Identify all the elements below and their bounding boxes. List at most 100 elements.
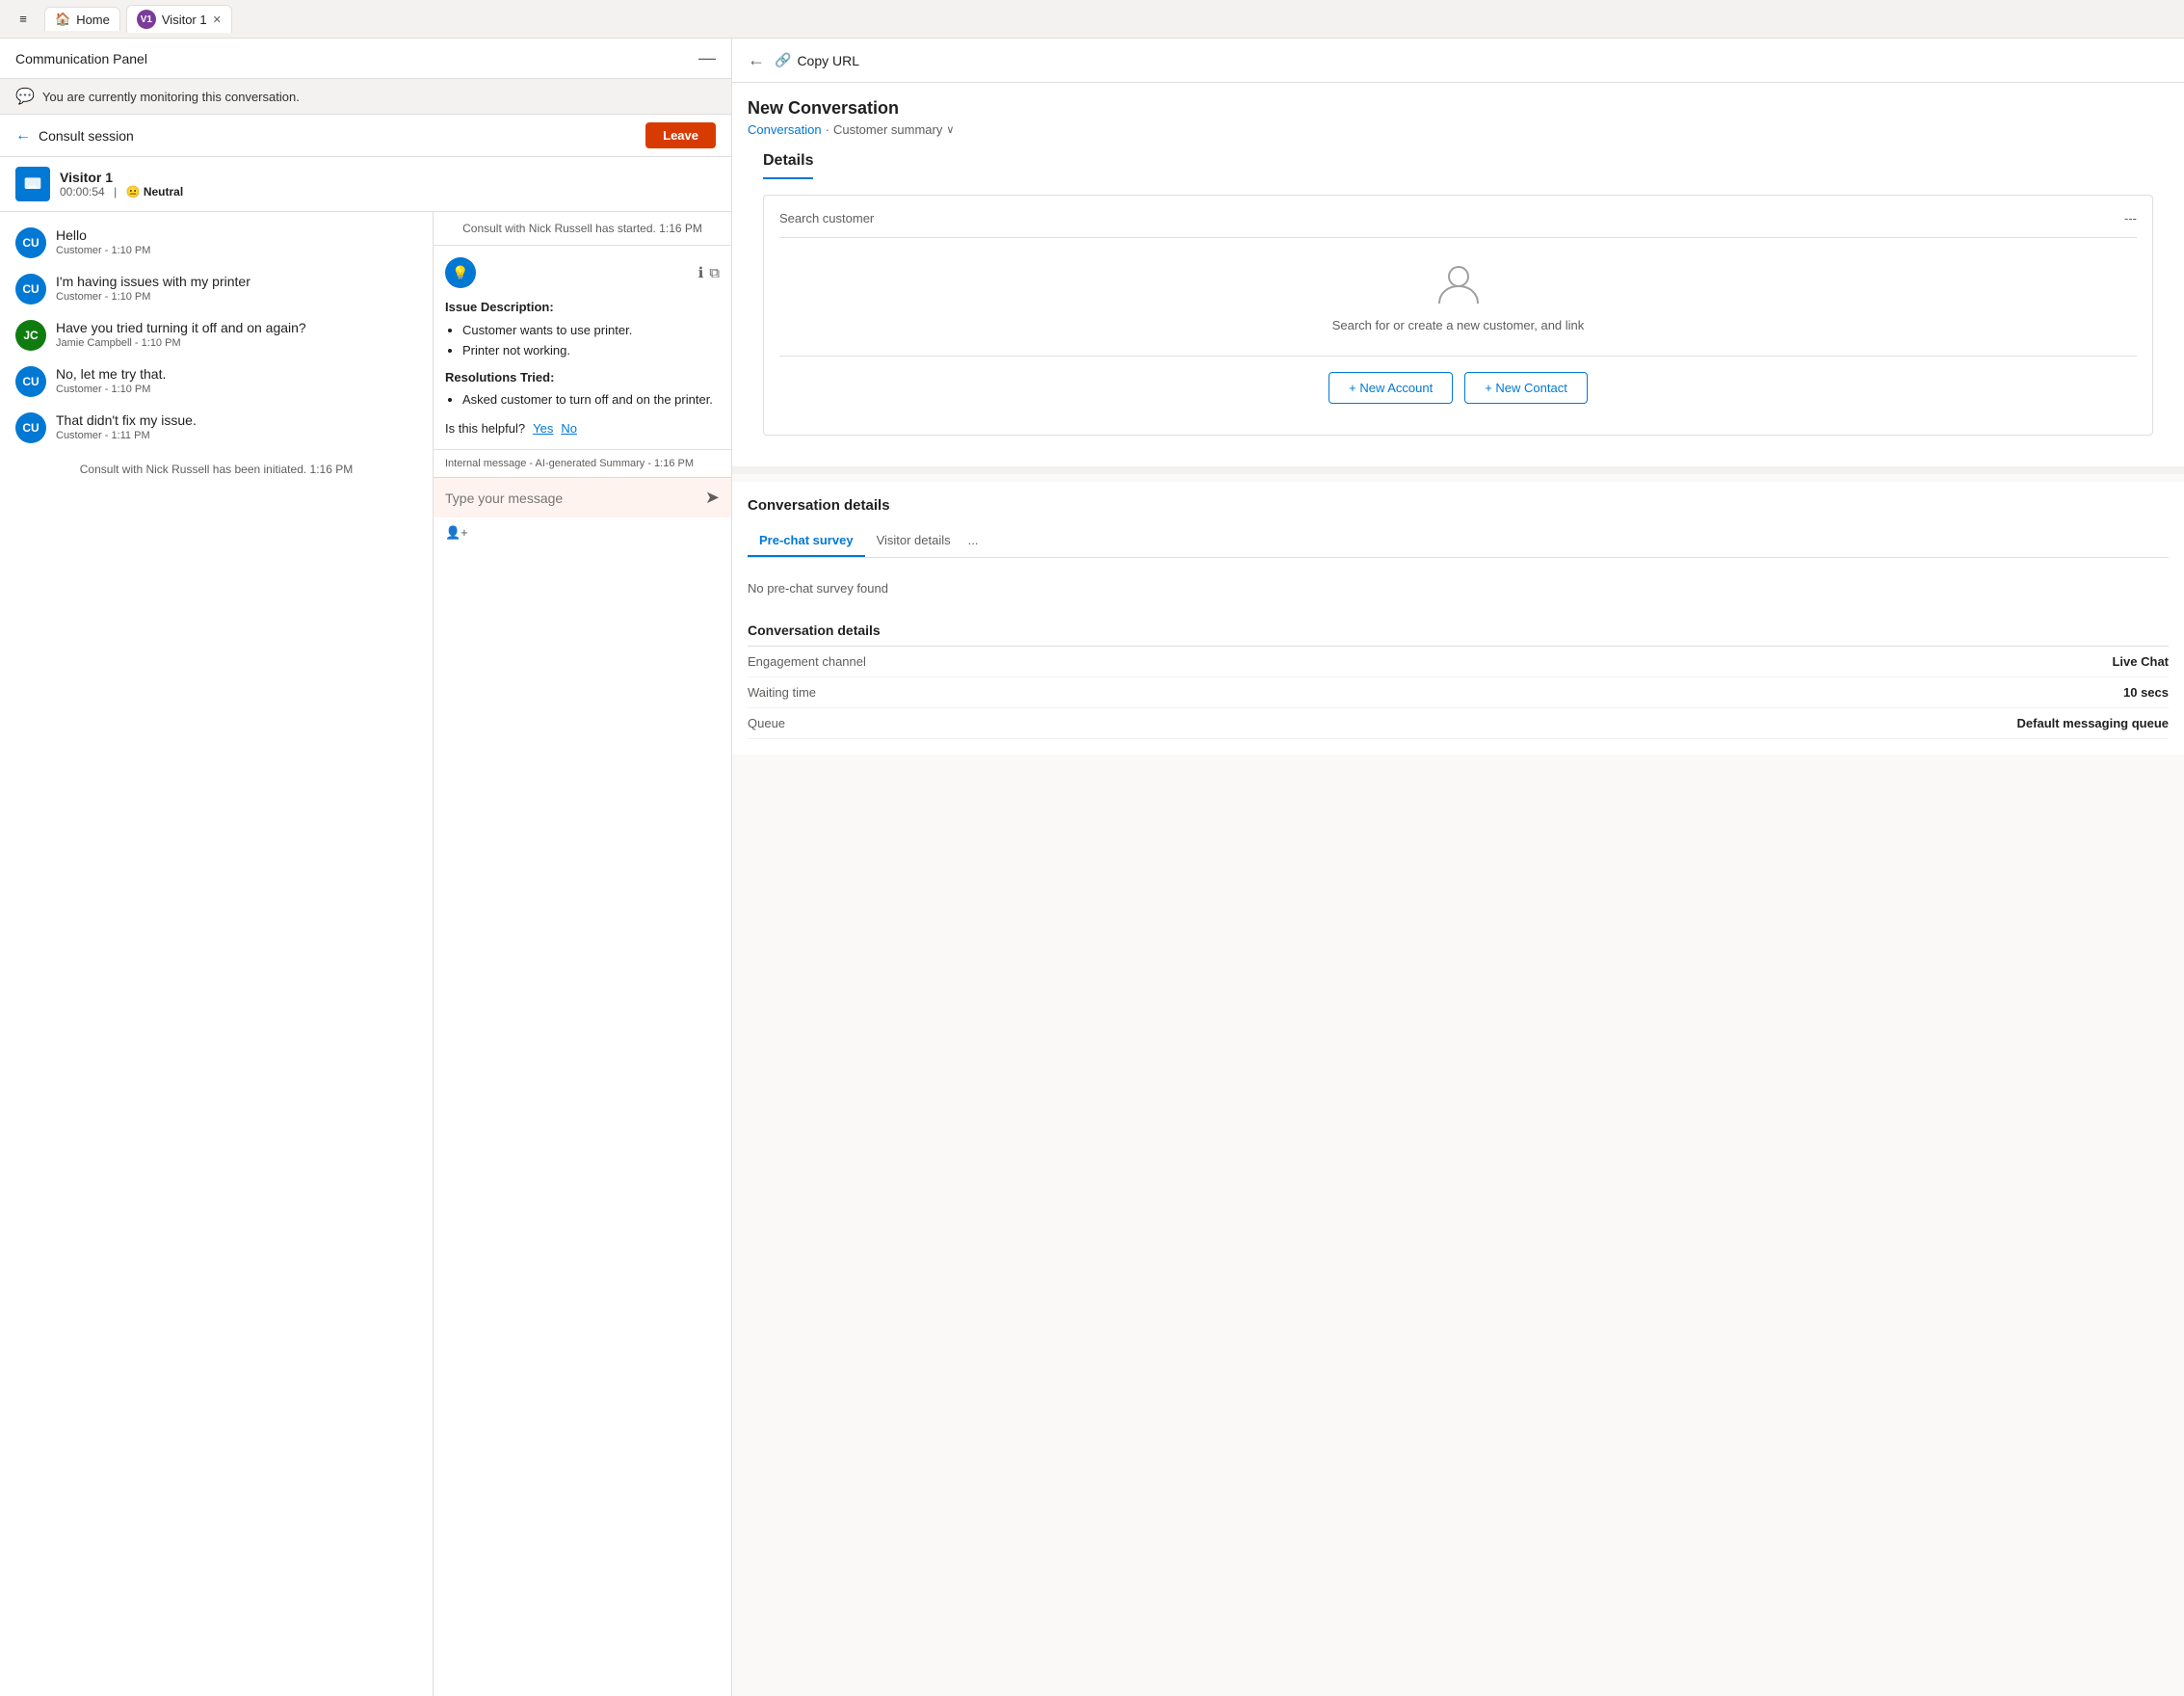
breadcrumb-separator: · <box>826 122 829 137</box>
ai-resolution-list: Asked customer to turn off and on the pr… <box>445 390 720 410</box>
breadcrumb-conversation[interactable]: Conversation <box>748 122 822 137</box>
search-customer-label: Search customer <box>779 211 2113 225</box>
new-conversation-title: New Conversation <box>748 98 2169 119</box>
chat-area: CU Hello Customer - 1:10 PM CU I'm havin… <box>0 212 731 1696</box>
visitor-info: Visitor 1 00:00:54 | 😐 Neutral <box>0 157 731 212</box>
helpful-row: Is this helpful? Yes No <box>445 419 720 438</box>
breadcrumb: Conversation · Customer summary ∨ <box>748 122 2169 137</box>
field-label: Waiting time <box>748 685 2123 700</box>
helpful-no-link[interactable]: No <box>561 419 577 438</box>
monitor-text: You are currently monitoring this conver… <box>42 90 300 104</box>
new-account-button[interactable]: + New Account <box>1329 372 1453 404</box>
new-contact-button[interactable]: + New Contact <box>1464 372 1588 404</box>
title-bar: ≡ 🏠 Home V1 Visitor 1 ✕ <box>0 0 2184 39</box>
message-input-row: ➤ <box>445 488 720 508</box>
more-tabs-icon[interactable]: ... <box>962 525 985 557</box>
helpful-yes-link[interactable]: Yes <box>533 419 553 438</box>
monitor-chat-icon: 💬 <box>15 87 35 106</box>
tab-home-label: Home <box>76 13 110 27</box>
comm-panel-header: Communication Panel — <box>0 39 731 79</box>
message-meta: Customer - 1:10 PM <box>56 291 250 303</box>
ai-resolution-title: Resolutions Tried: <box>445 368 720 387</box>
conversation-details-tabs: Pre-chat survey Visitor details ... <box>748 525 2169 558</box>
no-pre-chat-survey-text: No pre-chat survey found <box>748 573 2169 611</box>
chat-messages: CU Hello Customer - 1:10 PM CU I'm havin… <box>0 212 433 1696</box>
consult-left: ← Consult session <box>15 127 134 145</box>
details-section: Details Search customer --- <box>748 152 2169 451</box>
visitor-avatar <box>15 167 50 201</box>
chat-right-panel: Consult with Nick Russell has started. 1… <box>433 212 731 1696</box>
leave-button[interactable]: Leave <box>645 122 716 148</box>
conversation-details-title: Conversation details <box>748 497 2169 514</box>
person-icon <box>1435 261 1482 310</box>
search-dashes: --- <box>2124 211 2137 225</box>
tab-visitor1-label: Visitor 1 <box>162 13 207 27</box>
main-layout: Communication Panel — 💬 You are currentl… <box>0 39 2184 1696</box>
visitor1-avatar: V1 <box>137 10 156 29</box>
field-value: 10 secs <box>2123 685 2169 700</box>
ai-summary-card: 💡 ℹ ⧉ Issue Description: Customer wants … <box>434 246 731 450</box>
list-item: Asked customer to turn off and on the pr… <box>462 390 720 410</box>
right-panel: ← 🔗 Copy URL New Conversation Conversati… <box>732 39 2184 1696</box>
avatar: JC <box>15 320 46 351</box>
message-input-area: ➤ <box>434 477 731 517</box>
sentiment-label: Neutral <box>144 185 183 199</box>
field-value: Default messaging queue <box>2017 716 2169 730</box>
ai-info-button[interactable]: ℹ <box>698 264 704 281</box>
list-item: CU Hello Customer - 1:10 PM <box>15 227 417 258</box>
message-meta: Customer - 1:11 PM <box>56 430 197 441</box>
sentiment-icon: 😐 <box>126 185 141 199</box>
message-content: I'm having issues with my printer Custom… <box>56 274 250 303</box>
message-content: That didn't fix my issue. Customer - 1:1… <box>56 412 197 441</box>
ai-issue-list: Customer wants to use printer. Printer n… <box>445 321 720 360</box>
conv-details-fields-title: Conversation details <box>748 623 2169 638</box>
search-customer-box: Search customer --- Search for or create… <box>763 195 2153 436</box>
list-item: CU No, let me try that. Customer - 1:10 … <box>15 366 417 397</box>
tab-visitor-details[interactable]: Visitor details <box>865 525 962 557</box>
monitor-banner: 💬 You are currently monitoring this conv… <box>0 79 731 115</box>
avatar: CU <box>15 274 46 305</box>
field-label: Queue <box>748 716 2017 730</box>
minimize-icon[interactable]: — <box>698 48 716 68</box>
message-text: Hello <box>56 227 150 243</box>
list-item: Customer wants to use printer. <box>462 321 720 340</box>
list-item: JC Have you tried turning it off and on … <box>15 320 417 351</box>
list-item: Printer not working. <box>462 341 720 360</box>
hamburger-menu[interactable]: ≡ <box>8 4 39 35</box>
message-content: Have you tried turning it off and on aga… <box>56 320 306 349</box>
tab-visitor1[interactable]: V1 Visitor 1 ✕ <box>126 5 232 33</box>
ai-icon: 💡 <box>445 257 476 288</box>
message-meta: Customer - 1:10 PM <box>56 384 166 395</box>
copy-url-label: Copy URL <box>797 53 859 68</box>
consult-initiated-msg: Consult with Nick Russell has been initi… <box>15 459 417 480</box>
tab-home[interactable]: 🏠 Home <box>44 7 120 31</box>
new-conversation-section: New Conversation Conversation · Customer… <box>732 83 2184 474</box>
back-button[interactable]: ← <box>748 50 765 70</box>
breadcrumb-chevron-icon[interactable]: ∨ <box>946 123 954 136</box>
field-value: Live Chat <box>2112 654 2169 669</box>
tab-pre-chat-survey[interactable]: Pre-chat survey <box>748 525 865 557</box>
new-buttons-row: + New Account + New Contact <box>779 356 2137 419</box>
consult-started-msg: Consult with Nick Russell has started. 1… <box>434 212 731 246</box>
tab-close-icon[interactable]: ✕ <box>213 13 222 26</box>
ai-copy-button[interactable]: ⧉ <box>709 264 720 281</box>
empty-customer-text: Search for or create a new customer, and… <box>1332 318 1585 332</box>
message-content: No, let me try that. Customer - 1:10 PM <box>56 366 166 395</box>
avatar: CU <box>15 366 46 397</box>
field-label: Engagement channel <box>748 654 2112 669</box>
consult-arrow-icon: ← <box>15 127 31 145</box>
message-text: Have you tried turning it off and on aga… <box>56 320 306 335</box>
ai-summary-header: 💡 ℹ ⧉ <box>445 257 720 288</box>
consult-header: ← Consult session Leave <box>0 115 731 157</box>
visitor-name: Visitor 1 <box>60 170 183 185</box>
ai-actions: ℹ ⧉ <box>698 264 720 281</box>
message-text: No, let me try that. <box>56 366 166 382</box>
message-meta: Jamie Campbell - 1:10 PM <box>56 337 306 349</box>
copy-url-button[interactable]: 🔗 Copy URL <box>775 52 859 68</box>
add-participant-button[interactable]: 👤+ <box>434 517 731 548</box>
message-input[interactable] <box>445 490 697 506</box>
breadcrumb-customer-summary: Customer summary <box>833 122 942 137</box>
comm-panel-title: Communication Panel <box>15 51 147 66</box>
right-panel-header: ← 🔗 Copy URL <box>732 39 2184 83</box>
send-button[interactable]: ➤ <box>705 488 720 508</box>
